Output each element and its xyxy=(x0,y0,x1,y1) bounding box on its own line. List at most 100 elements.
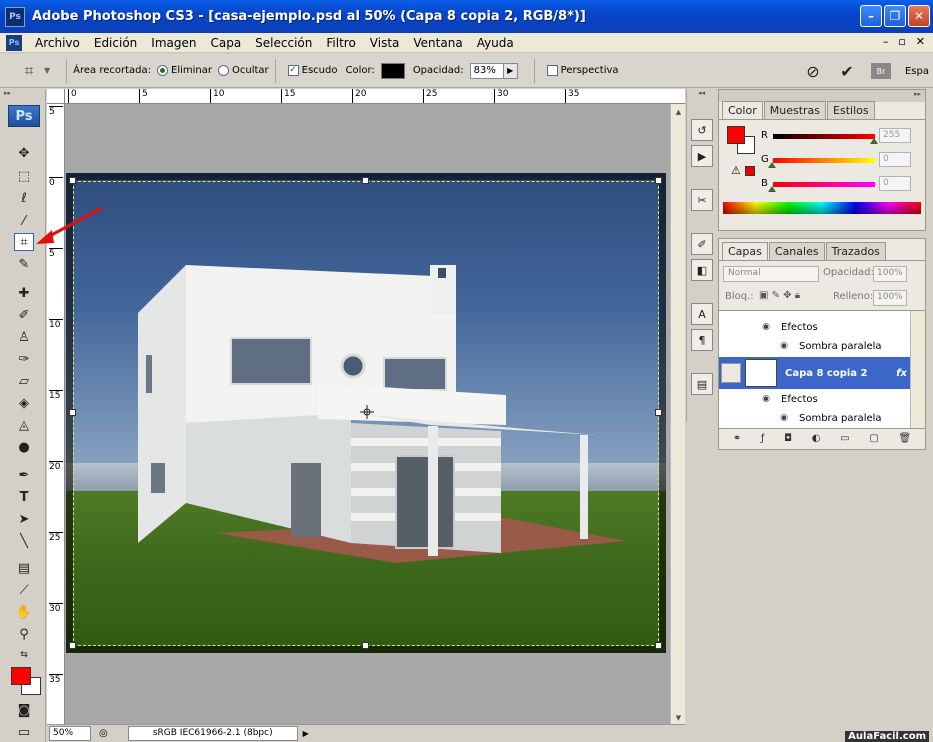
brush-tool-icon[interactable]: ✐ xyxy=(14,306,34,324)
status-icon[interactable]: ◎ xyxy=(99,728,108,739)
layer-effect-row[interactable]: ◉ Sombra paralela xyxy=(719,408,911,428)
cancel-crop-icon[interactable]: ⊘ xyxy=(803,62,823,81)
paint-bucket-tool-icon[interactable]: ◈ xyxy=(14,394,34,412)
gamut-warning-icon[interactable]: ⚠ xyxy=(731,164,741,177)
photoshop-app-icon[interactable]: Ps xyxy=(5,6,25,27)
blend-mode-select[interactable]: Normal xyxy=(723,266,819,282)
scroll-up-icon[interactable]: ▲ xyxy=(671,104,686,119)
gamut-swatch[interactable] xyxy=(745,166,755,176)
crop-handle[interactable] xyxy=(362,642,369,649)
layers-scrollbar[interactable] xyxy=(910,311,925,428)
swap-colors-icon[interactable]: ⇆ xyxy=(14,646,34,664)
blue-slider-track[interactable] xyxy=(773,182,875,187)
blue-value-input[interactable]: 0 xyxy=(879,176,911,191)
bridge-button[interactable]: Br xyxy=(870,63,891,79)
delete-radio[interactable] xyxy=(157,65,169,76)
paragraph-panel-icon[interactable]: ¶ xyxy=(691,329,713,351)
notes-tool-icon[interactable]: ▤ xyxy=(14,559,34,577)
menu-imagen[interactable]: Imagen xyxy=(144,36,203,50)
restore-button[interactable]: ❐ xyxy=(884,5,906,27)
history-panel-icon[interactable]: ↺ xyxy=(691,119,713,141)
document-canvas[interactable] xyxy=(66,173,666,653)
brushes-panel-icon[interactable]: ✐ xyxy=(691,233,713,255)
eye-icon[interactable]: ◉ xyxy=(777,413,791,423)
hide-radio[interactable] xyxy=(218,65,229,76)
menu-seleccion[interactable]: Selección xyxy=(248,36,319,50)
zoom-level-field[interactable]: 50% xyxy=(49,726,91,741)
layer-thumbnail[interactable] xyxy=(745,359,777,387)
shield-color-swatch[interactable] xyxy=(380,62,405,79)
pen-tool-icon[interactable]: ✒ xyxy=(14,466,34,484)
actions-panel-icon[interactable]: ▶ xyxy=(691,145,713,167)
foreground-color-swatch[interactable] xyxy=(11,667,31,685)
horizontal-ruler[interactable]: 0 5 10 15 20 25 30 35 xyxy=(65,89,685,104)
path-selection-tool-icon[interactable]: ➤ xyxy=(14,510,34,528)
layer-effects-row[interactable]: ◉ Efectos xyxy=(719,317,911,337)
chevron-down-icon[interactable]: ▼ xyxy=(44,66,50,75)
dock-grip[interactable]: ◂◂ xyxy=(687,89,716,101)
blur-tool-icon[interactable]: ◬ xyxy=(14,416,34,434)
crop-handle[interactable] xyxy=(655,642,662,649)
status-menu-arrow-icon[interactable]: ▶ xyxy=(300,729,312,738)
doc-close-button[interactable]: ✕ xyxy=(916,35,925,48)
menu-archivo[interactable]: Archivo xyxy=(28,36,87,50)
clone-source-icon[interactable]: ◧ xyxy=(691,259,713,281)
red-slider-track[interactable] xyxy=(773,134,875,139)
fill-input[interactable]: 100% xyxy=(873,290,907,306)
type-tool-icon[interactable]: T xyxy=(14,488,34,506)
minimize-button[interactable]: – xyxy=(860,5,882,27)
green-slider-thumb[interactable] xyxy=(768,162,776,168)
shield-checkbox[interactable]: ✓ xyxy=(287,65,299,76)
menu-edicion[interactable]: Edición xyxy=(87,36,144,50)
blue-slider-thumb[interactable] xyxy=(768,186,776,192)
screen-mode-icon[interactable]: ▭ xyxy=(14,723,34,741)
layer-style-icon[interactable]: ƒ xyxy=(761,433,765,444)
eye-icon[interactable]: ◉ xyxy=(759,394,773,404)
layer-row-selected[interactable]: Capa 8 copia 2 fx xyxy=(719,357,911,389)
eraser-tool-icon[interactable]: ▱ xyxy=(14,372,34,390)
menu-ayuda[interactable]: Ayuda xyxy=(470,36,521,50)
tab-channels[interactable]: Canales xyxy=(768,242,825,260)
green-value-input[interactable]: 0 xyxy=(879,152,911,167)
tab-color[interactable]: Color xyxy=(722,101,763,119)
red-slider-thumb[interactable] xyxy=(870,138,878,144)
healing-brush-tool-icon[interactable]: ✚ xyxy=(14,284,34,302)
layer-effects-row[interactable]: ◉ Efectos xyxy=(719,389,911,409)
new-layer-icon[interactable]: ▢ xyxy=(869,433,878,444)
document-icon[interactable]: Ps xyxy=(6,34,22,51)
doc-restore-button[interactable]: ▫ xyxy=(898,35,905,48)
layer-fx-icon[interactable]: fx xyxy=(896,368,907,379)
tab-swatches[interactable]: Muestras xyxy=(763,101,827,119)
crop-handle[interactable] xyxy=(655,177,662,184)
delete-layer-icon[interactable]: 🗑︎ xyxy=(898,433,911,444)
opacity-input[interactable]: 83% xyxy=(469,62,504,79)
doc-minimize-button[interactable]: – xyxy=(883,35,889,48)
tool-presets-icon[interactable]: ✂ xyxy=(691,189,713,211)
menu-capa[interactable]: Capa xyxy=(203,36,248,50)
zoom-tool-icon[interactable]: ⚲ xyxy=(14,625,34,643)
tab-styles[interactable]: Estilos xyxy=(827,101,875,119)
character-panel-icon[interactable]: A xyxy=(691,303,713,325)
crop-handle[interactable] xyxy=(655,409,662,416)
layer-name[interactable]: Capa 8 copia 2 xyxy=(785,368,868,379)
crop-handle[interactable] xyxy=(69,409,76,416)
green-slider-track[interactable] xyxy=(773,158,875,163)
dodge-tool-icon[interactable]: ● xyxy=(14,438,34,456)
line-tool-icon[interactable]: ╲ xyxy=(14,532,34,550)
tab-layers[interactable]: Capas xyxy=(722,242,768,260)
opacity-slider-arrow[interactable]: ▶ xyxy=(503,62,518,79)
commit-crop-icon[interactable]: ✔ xyxy=(837,62,857,81)
scroll-down-icon[interactable]: ▼ xyxy=(671,710,686,725)
crop-pivot-icon[interactable] xyxy=(360,405,374,419)
clone-stamp-tool-icon[interactable]: ♙ xyxy=(14,328,34,346)
crop-handle[interactable] xyxy=(362,177,369,184)
menu-ventana[interactable]: Ventana xyxy=(406,36,469,50)
tab-paths[interactable]: Trazados xyxy=(825,242,886,260)
vertical-scrollbar[interactable]: ▲ ▼ xyxy=(670,104,685,725)
crop-tool-preset-icon[interactable]: ⌗ xyxy=(14,58,44,84)
red-value-input[interactable]: 255 xyxy=(879,128,911,143)
adjustment-layer-icon[interactable]: ◐ xyxy=(812,433,821,444)
hand-tool-icon[interactable]: ✋ xyxy=(14,603,34,621)
link-layers-icon[interactable]: ⚭ xyxy=(733,433,741,444)
layer-opacity-input[interactable]: 100% xyxy=(873,266,907,282)
